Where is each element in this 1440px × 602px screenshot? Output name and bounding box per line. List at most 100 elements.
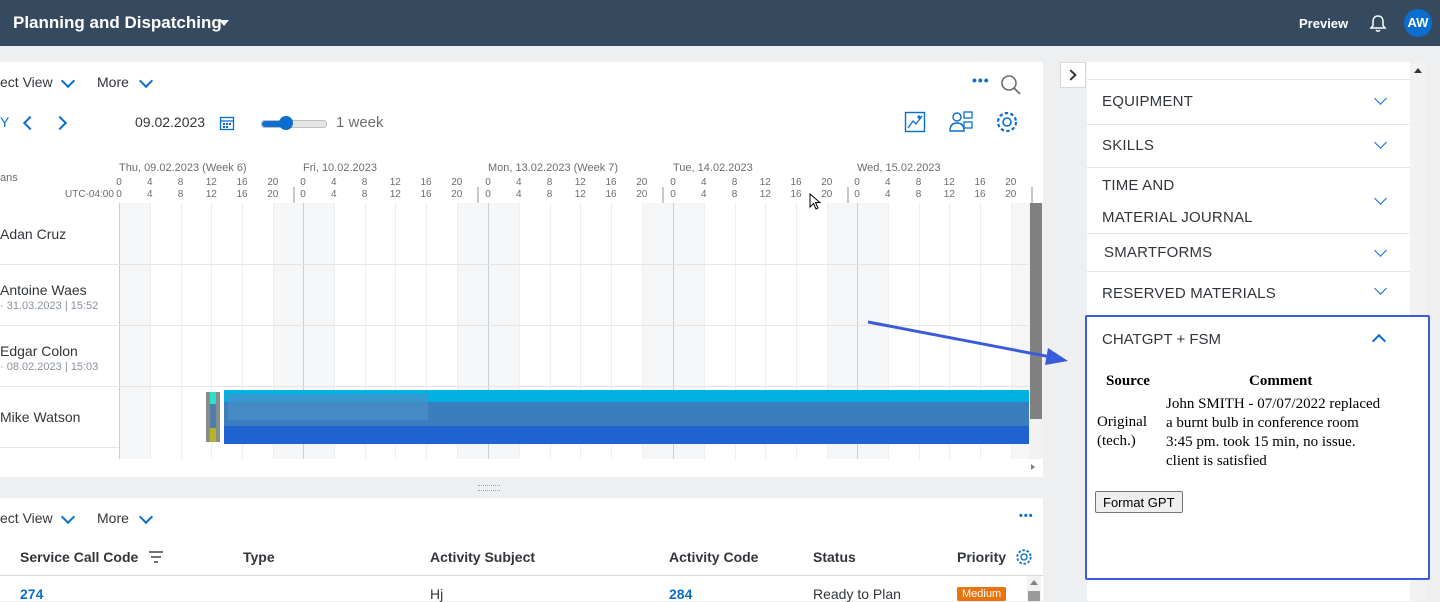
settings-gear-icon[interactable]	[995, 110, 1019, 134]
technician-name[interactable]: Antoine Waes	[0, 282, 87, 298]
hour-tick: 16	[420, 177, 432, 188]
calendar-icon[interactable]	[219, 115, 235, 131]
hour-tick: 16	[605, 177, 617, 188]
chevron-up-icon[interactable]	[1371, 333, 1387, 349]
section-equipment[interactable]: EQUIPMENT	[1087, 79, 1410, 125]
section-skills[interactable]: SKILLS	[1087, 124, 1410, 168]
table-vertical-scrollbar[interactable]	[1027, 576, 1041, 601]
search-icon[interactable]	[1000, 74, 1022, 96]
zoom-slider[interactable]	[261, 116, 327, 130]
hour-tick: 8	[177, 177, 184, 188]
hour-tick: 4	[146, 177, 153, 188]
hour-tick: 20	[451, 189, 463, 200]
chevron-left-icon[interactable]	[22, 115, 38, 131]
activity-subject-cell: Hj	[430, 586, 444, 602]
chevron-down-icon[interactable]	[1374, 92, 1387, 105]
section-smartforms[interactable]: SMARTFORMS	[1087, 234, 1410, 272]
chatgpt-section-title[interactable]: CHATGPT + FSM	[1102, 331, 1221, 348]
select-view-dropdown[interactable]: ect View	[0, 510, 53, 526]
chevron-down-icon[interactable]	[1374, 244, 1387, 257]
section-label: SMARTFORMS	[1104, 244, 1213, 261]
col-header-activity-subject[interactable]: Activity Subject	[430, 549, 535, 565]
service-call-code-link[interactable]: 274	[20, 586, 43, 602]
day-header: Tue, 14.02.2023	[673, 162, 753, 174]
day-header: Wed, 15.02.2023	[857, 162, 941, 174]
timezone-label: UTC-04:00	[65, 189, 114, 200]
activity-bar[interactable]	[224, 390, 1029, 444]
col-header-priority[interactable]: Priority	[957, 549, 1006, 565]
col-header-service-call-code[interactable]: Service Call Code	[20, 549, 138, 565]
technician-name[interactable]: Mike Watson	[0, 409, 80, 425]
hour-tick: 8	[546, 177, 553, 188]
row-divider	[0, 264, 119, 265]
chevron-down-icon[interactable]	[60, 509, 76, 525]
day-header: Thu, 09.02.2023 (Week 6)	[119, 162, 247, 174]
table-settings-icon[interactable]	[1015, 548, 1033, 566]
chevron-down-icon[interactable]	[1374, 282, 1387, 295]
today-button[interactable]: Y	[0, 114, 9, 130]
technician-last-seen: · 31.03.2023 | 15:52	[0, 300, 99, 312]
row-divider	[0, 386, 119, 387]
collapse-sidebar-button[interactable]	[1060, 62, 1086, 88]
format-gpt-button[interactable]: Format GPT	[1095, 491, 1183, 513]
chevron-down-icon[interactable]	[1374, 192, 1387, 205]
annotation-arrow	[867, 320, 1068, 365]
more-dropdown[interactable]: More	[97, 74, 129, 90]
overflow-icon[interactable]: •••	[972, 72, 990, 88]
technician-name[interactable]: Adan Cruz	[0, 226, 66, 242]
chevron-down-icon[interactable]	[1374, 136, 1387, 149]
bell-icon[interactable]	[1369, 14, 1387, 33]
section-reserved-materials[interactable]: RESERVED MATERIALS	[1087, 272, 1410, 317]
activity-code-link[interactable]: 284	[669, 586, 692, 602]
section-time-material-journal[interactable]: TIME AND MATERIAL JOURNAL	[1087, 168, 1410, 234]
hour-tick: 0	[854, 177, 860, 188]
day-separator	[661, 187, 664, 203]
chevron-down-icon[interactable]	[138, 73, 154, 89]
status-cell: Ready to Plan	[813, 586, 901, 602]
technician-last-seen: · 08.02.2023 | 15:03	[0, 361, 99, 373]
section-label: TIME AND	[1102, 177, 1175, 194]
technician-name[interactable]: Edgar Colon	[0, 343, 78, 359]
hour-tick: 20	[267, 189, 279, 200]
title-dropdown-icon[interactable]	[219, 20, 229, 26]
user-avatar[interactable]: AW	[1404, 9, 1432, 37]
hour-tick: 20	[267, 177, 279, 188]
app-title[interactable]: Planning and Dispatching	[13, 13, 222, 33]
scroll-right-icon[interactable]	[1031, 464, 1035, 470]
overflow-icon[interactable]: •••	[1019, 510, 1034, 522]
day-separator	[1030, 187, 1033, 203]
hour-tick: 20	[1005, 177, 1017, 188]
col-header-activity-code[interactable]: Activity Code	[669, 549, 758, 565]
preview-link[interactable]: Preview	[1299, 16, 1348, 31]
map-icon[interactable]	[904, 111, 926, 133]
splitter-handle[interactable]	[478, 485, 500, 491]
hour-tick: 8	[731, 177, 738, 188]
assign-people-icon[interactable]	[948, 110, 974, 134]
chatgpt-fsm-section: CHATGPT + FSM Source Comment Original (t…	[1085, 315, 1430, 580]
comment-column-header: Comment	[1249, 373, 1313, 389]
hour-tick: 8	[731, 189, 738, 200]
activities-panel: ect View More ••• Service Call Code Type…	[0, 498, 1043, 602]
select-view-dropdown[interactable]: ect View	[0, 74, 53, 90]
planner-panel: ect View More ••• Y 09.02.2023 1 week an…	[0, 62, 1043, 477]
grid-column	[149, 203, 182, 459]
source-value: Original	[1097, 414, 1147, 430]
chevron-down-icon[interactable]	[60, 73, 76, 89]
col-header-status[interactable]: Status	[813, 549, 856, 565]
more-dropdown[interactable]: More	[97, 510, 129, 526]
hour-tick: 20	[1005, 189, 1017, 200]
date-field[interactable]: 09.02.2023	[135, 114, 205, 130]
hour-tick: 8	[361, 177, 368, 188]
chevron-down-icon[interactable]	[138, 509, 154, 525]
col-header-type[interactable]: Type	[243, 549, 275, 565]
hour-tick: 0	[485, 177, 491, 188]
comment-line: a burnt bulb in conference room	[1166, 415, 1359, 431]
hour-tick: 16	[974, 189, 986, 200]
comment-line: client is satisfied	[1166, 453, 1267, 469]
chevron-right-icon[interactable]	[52, 115, 68, 131]
activity-bar-small[interactable]	[206, 392, 220, 442]
zoom-slider-handle[interactable]	[279, 116, 294, 130]
row-divider	[0, 447, 119, 448]
sort-icon[interactable]	[149, 551, 163, 563]
hour-tick: 16	[790, 189, 802, 200]
